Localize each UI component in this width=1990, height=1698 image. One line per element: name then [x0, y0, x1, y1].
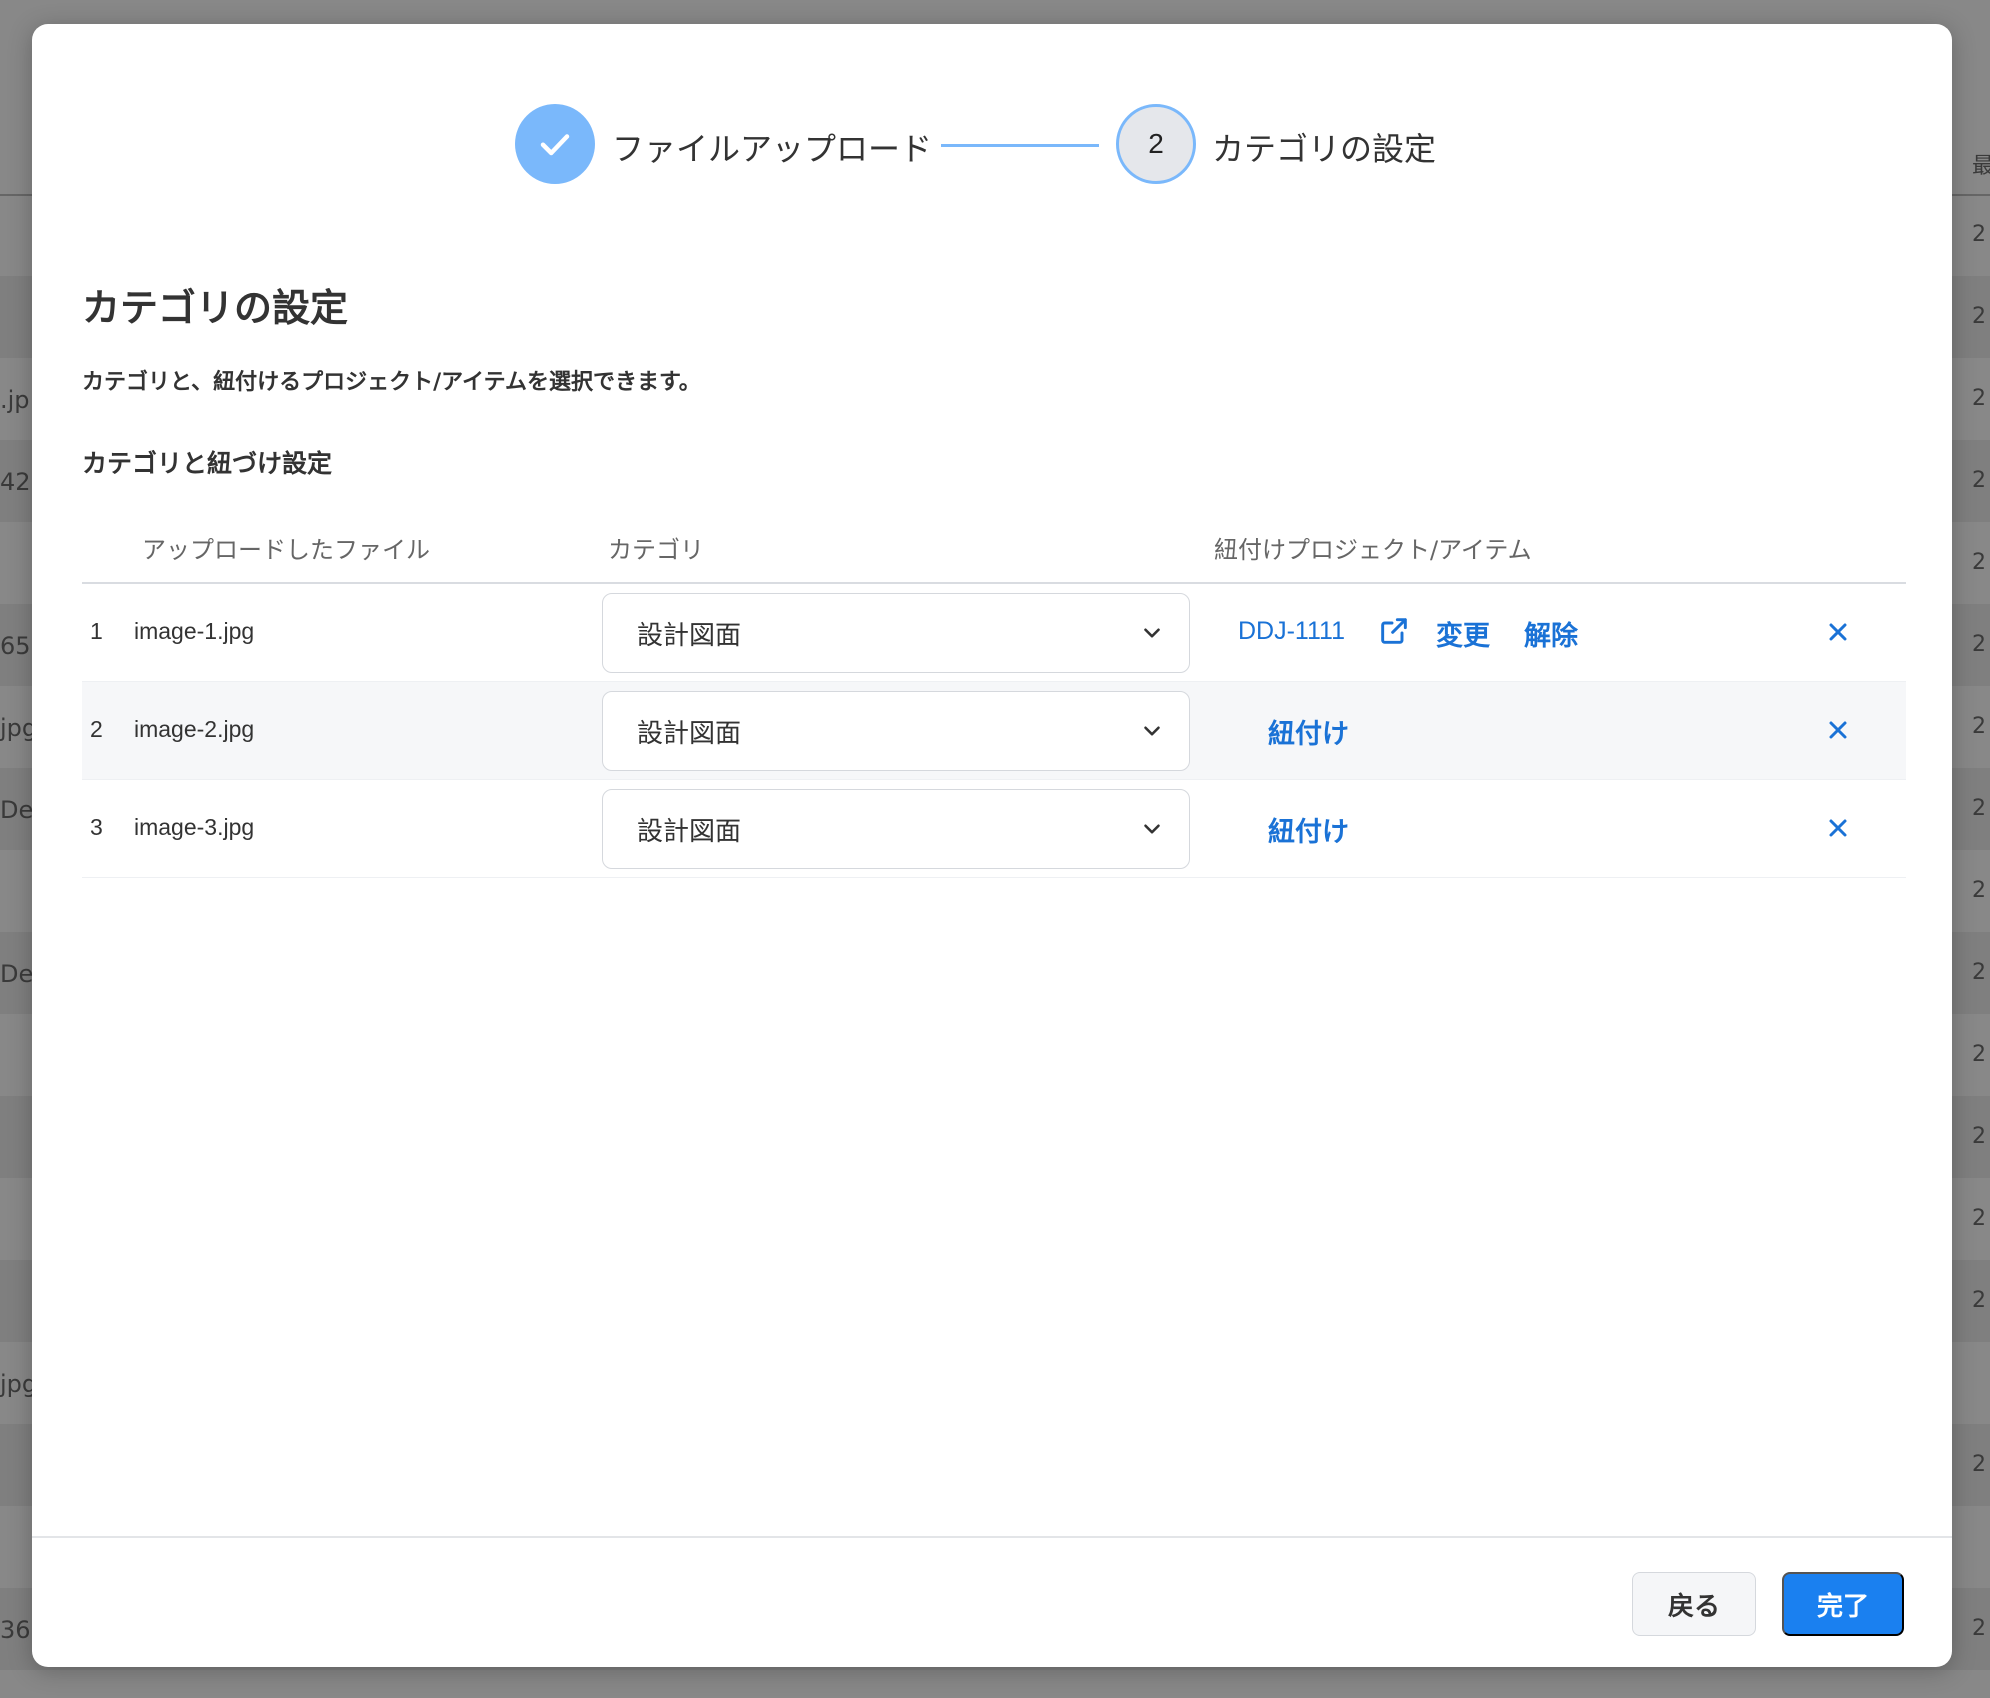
background-text: 2 — [1972, 1042, 1986, 1067]
file-name: image-1.jpg — [134, 618, 255, 644]
table-header: アップロードしたファイル カテゴリ 紐付けプロジェクト/アイテム — [82, 504, 1906, 584]
remove-row-button[interactable] — [1822, 714, 1854, 746]
file-category-table: アップロードしたファイル カテゴリ 紐付けプロジェクト/アイテム 1 image… — [82, 504, 1906, 878]
background-text: 2 — [1972, 550, 1986, 575]
stepper: ファイルアップロード 2 カテゴリの設定 — [32, 104, 1952, 186]
link-item-button[interactable]: 紐付け — [1268, 712, 1349, 751]
link-item-button[interactable]: 紐付け — [1268, 810, 1349, 849]
chevron-down-icon — [1144, 628, 1160, 638]
background-text: 2 — [1972, 1124, 1986, 1149]
background-text: 2 — [1972, 1206, 1986, 1231]
step-2-label: カテゴリの設定 — [1212, 130, 1437, 168]
background-divider — [1952, 194, 1990, 196]
header-file: アップロードしたファイル — [142, 536, 430, 564]
category-select-value: 設計図面 — [637, 620, 742, 651]
change-link-button[interactable]: 変更 — [1436, 614, 1490, 653]
category-select[interactable]: 設計図面 — [602, 789, 1190, 869]
row-number: 1 — [90, 618, 103, 644]
file-name: image-3.jpg — [134, 814, 255, 840]
close-icon — [1829, 721, 1847, 739]
section-title: カテゴリと紐づけ設定 — [82, 449, 333, 478]
row-number: 3 — [90, 814, 103, 840]
done-button[interactable]: 完了 — [1782, 1572, 1904, 1636]
background-text: 2 — [1972, 222, 1986, 247]
table-row: 3 image-3.jpg 設計図面 紐付け — [82, 780, 1906, 878]
background-text: 42 — [0, 468, 31, 496]
background-text: 2 — [1972, 1288, 1986, 1313]
file-name: image-2.jpg — [134, 716, 255, 742]
table-row: 1 image-1.jpg 設計図面 DDJ-1111 変更 解除 — [82, 584, 1906, 682]
close-icon — [1829, 819, 1847, 837]
unlink-button[interactable]: 解除 — [1524, 614, 1578, 653]
background-text: 2 — [1972, 714, 1986, 739]
footer-divider — [32, 1536, 1952, 1538]
background-text: 2 — [1972, 796, 1986, 821]
background-text: .jp — [0, 386, 30, 414]
category-select-value: 設計図面 — [637, 816, 742, 847]
background-text: 2 — [1972, 386, 1986, 411]
chevron-down-icon — [1144, 726, 1160, 736]
background-text: 2 — [1972, 878, 1986, 903]
category-select[interactable]: 設計図面 — [602, 691, 1190, 771]
header-category: カテゴリ — [608, 536, 704, 564]
step-2-number: 2 — [1148, 128, 1164, 159]
step-1-label: ファイルアップロード — [612, 130, 933, 168]
linked-item-link[interactable]: DDJ-1111 — [1238, 617, 1345, 646]
chevron-down-icon — [1144, 824, 1160, 834]
table-row: 2 image-2.jpg 設計図面 紐付け — [82, 682, 1906, 780]
back-button[interactable]: 戻る — [1632, 1572, 1756, 1636]
background-text: 2 — [1972, 1616, 1986, 1641]
external-link-icon[interactable] — [1378, 615, 1410, 647]
category-select-value: 設計図面 — [637, 718, 742, 749]
background-text: 2 — [1972, 1452, 1986, 1477]
background-text: 36 — [0, 1616, 31, 1644]
row-number: 2 — [90, 716, 103, 742]
check-icon — [540, 134, 570, 156]
background-text: 最 — [1972, 154, 1990, 179]
page-description: カテゴリと、紐付けるプロジェクト/アイテムを選択できます。 — [82, 370, 701, 395]
background-text: 2 — [1972, 468, 1986, 493]
category-select[interactable]: 設計図面 — [602, 593, 1190, 673]
close-icon — [1829, 623, 1847, 641]
step-1-complete — [515, 104, 595, 184]
remove-row-button[interactable] — [1822, 812, 1854, 844]
background-text: 2 — [1972, 960, 1986, 985]
page-title: カテゴリの設定 — [82, 286, 349, 330]
step-2-current: 2 — [1116, 104, 1196, 184]
category-settings-modal: ファイルアップロード 2 カテゴリの設定 カテゴリの設定 カテゴリと、紐付けるプ… — [32, 24, 1952, 1667]
header-link: 紐付けプロジェクト/アイテム — [1214, 536, 1532, 564]
step-connector — [941, 144, 1099, 147]
background-text: 2 — [1972, 304, 1986, 329]
remove-row-button[interactable] — [1822, 616, 1854, 648]
background-text: 2 — [1972, 632, 1986, 657]
